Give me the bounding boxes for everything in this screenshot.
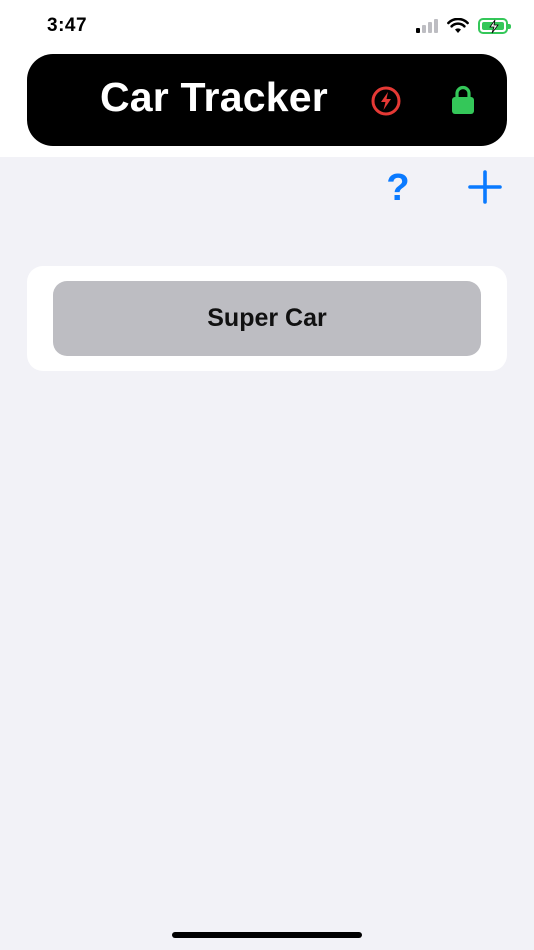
bolt-circle-icon[interactable] — [370, 85, 402, 117]
status-time: 3:47 — [47, 15, 88, 36]
wifi-icon — [447, 18, 469, 33]
car-list-card: Super Car — [27, 266, 507, 371]
car-item-super-car[interactable]: Super Car — [53, 281, 481, 356]
status-icons — [416, 18, 511, 34]
title-bar: Car Tracker — [27, 54, 507, 146]
plus-icon — [468, 169, 502, 204]
battery-charging-icon — [478, 18, 511, 34]
app-title: Car Tracker — [100, 74, 328, 120]
home-indicator[interactable] — [172, 932, 362, 938]
top-area: 3:47 Car Tracker — [0, 0, 534, 157]
screen: 3:47 Car Tracker ? Super Car — [0, 0, 534, 950]
add-car-button[interactable] — [462, 166, 508, 210]
lock-icon[interactable] — [451, 85, 475, 115]
help-button[interactable]: ? — [378, 166, 418, 210]
cellular-signal-icon — [416, 19, 438, 33]
